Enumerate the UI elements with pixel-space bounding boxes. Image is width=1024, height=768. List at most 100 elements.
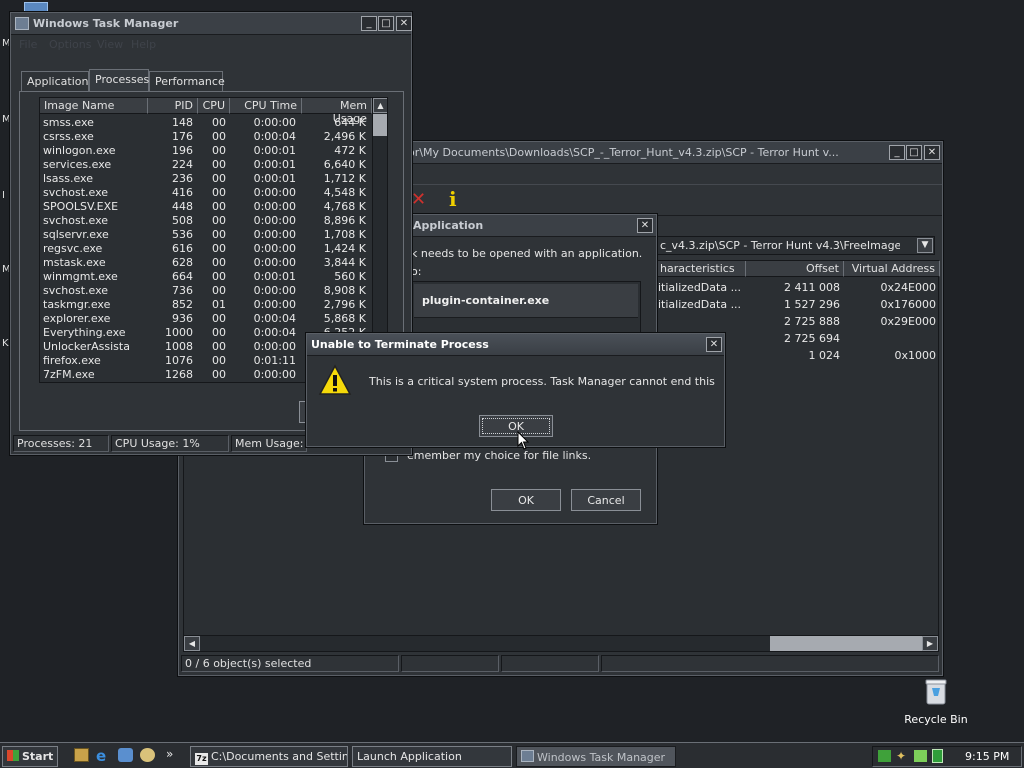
tray-wand-icon[interactable]: ✦ [896,749,906,763]
process-mem-usage: 4,768 K [323,200,366,213]
column-header-mem-usage[interactable]: Mem Usage [302,98,372,125]
ok-button[interactable]: OK [491,489,561,511]
scroll-thumb[interactable] [770,636,922,651]
process-mem-usage: 472 K [334,144,366,157]
column-header-cpu-time[interactable]: CPU Time [230,98,302,114]
process-row[interactable]: sqlservr.exe 536 00 0:00:00 1,708 K [40,228,371,242]
quick-launch-chevron[interactable]: » [166,747,173,761]
scroll-right-button[interactable]: ▶ [922,636,938,651]
process-row[interactable]: SPOOLSV.EXE 448 00 0:00:00 4,768 K [40,200,371,214]
cancel-button[interactable]: Cancel [571,489,641,511]
status-cpu-usage: CPU Usage: 1% [111,435,229,452]
clock[interactable]: 9:15 PM [965,750,1009,763]
delete-icon[interactable]: ✕ [411,189,426,210]
process-row[interactable]: services.exe 224 00 0:00:01 6,640 K [40,158,371,172]
desktop-icon-top[interactable] [24,2,48,12]
process-row[interactable]: svchost.exe 508 00 0:00:00 8,896 K [40,214,371,228]
column-header-cpu[interactable]: CPU [198,98,230,114]
process-row[interactable]: mstask.exe 628 00 0:00:00 3,844 K [40,256,371,270]
taskbar-item-task-manager[interactable]: Windows Task Manager [516,746,676,767]
close-button[interactable]: ✕ [396,16,412,31]
process-pid: 236 [172,172,193,185]
zip-path-field[interactable]: c_v4.3.zip\SCP - Terror Hunt v4.3\FreeIm… [655,236,935,255]
task-manager-titlebar[interactable]: Windows Task Manager _ □ ✕ [11,13,412,35]
tab-performance[interactable]: Performance [149,71,225,91]
process-row[interactable]: regsvc.exe 616 00 0:00:00 1,424 K [40,242,371,256]
path-dropdown-button[interactable]: ▼ [917,238,933,253]
menu-file[interactable]: File [19,38,37,51]
maximize-button[interactable]: □ [906,145,922,160]
taskbar-item-7zip[interactable]: 7z C:\Documents and Settin... [190,746,348,767]
zip-row-offset: 1 527 296 [784,298,840,311]
process-row[interactable]: lsass.exe 236 00 0:00:01 1,712 K [40,172,371,186]
process-row[interactable]: svchost.exe 416 00 0:00:00 4,548 K [40,186,371,200]
menu-options[interactable]: Options [49,38,91,51]
process-mem-usage: 5,868 K [323,312,366,325]
process-pid: 148 [172,116,193,129]
process-cpu-time: 0:00:04 [253,312,296,325]
minimize-button[interactable]: _ [889,145,905,160]
scroll-left-button[interactable]: ◀ [184,636,200,651]
process-cpu-time: 0:00:00 [253,340,296,353]
tray-network-icon[interactable] [878,750,891,762]
minimize-button[interactable]: _ [361,16,377,31]
zip-row-virtual-address: 0x176000 [880,298,937,311]
process-pid: 1000 [165,326,193,339]
column-header-pid[interactable]: PID [148,98,198,114]
launch-dialog-title: Application [413,219,484,232]
process-row[interactable]: winmgmt.exe 664 00 0:00:01 560 K [40,270,371,284]
maximize-button[interactable]: □ [378,16,394,31]
tray-app-icon[interactable] [914,750,927,762]
column-header-offset[interactable]: Offset [746,261,844,277]
taskbar-item-launch-application[interactable]: Launch Application [352,746,512,767]
process-row[interactable]: smss.exe 148 00 0:00:00 644 K [40,116,371,130]
tab-applications[interactable]: Applications [21,71,94,91]
show-desktop-icon[interactable] [74,748,89,762]
horizontal-scrollbar[interactable]: ◀ ▶ [184,635,938,651]
column-header-characteristics[interactable]: haracteristics [656,261,746,277]
recycle-bin[interactable]: Recycle Bin [900,676,972,726]
application-list-item[interactable]: plugin-container.exe [414,284,638,318]
column-header-image-name[interactable]: Image Name [40,98,148,114]
close-button[interactable]: ✕ [706,337,722,352]
desktop-icon-label-fragment[interactable]: I [2,190,5,201]
tab-processes[interactable]: Processes [89,69,149,92]
search-icon[interactable] [140,748,155,762]
error-ok-button[interactable]: OK [479,415,553,437]
zip-window-title: ator\My Documents\Downloads\SCP_-_Terror… [397,146,839,159]
process-pid: 852 [172,298,193,311]
process-cpu: 00 [212,242,226,255]
process-row[interactable]: winlogon.exe 196 00 0:00:01 472 K [40,144,371,158]
process-row[interactable]: explorer.exe 936 00 0:00:04 5,868 K [40,312,371,326]
process-mem-usage: 1,712 K [323,172,366,185]
error-dialog-titlebar[interactable]: Unable to Terminate Process ✕ [307,334,724,356]
process-cpu-time: 0:00:00 [253,298,296,311]
process-pid: 1008 [165,340,193,353]
close-button[interactable]: ✕ [637,218,653,233]
desktop-icon-label-fragment[interactable]: K [2,338,9,349]
tray-status-icon[interactable] [932,749,943,763]
start-button[interactable]: Start [2,746,58,767]
process-cpu: 00 [212,144,226,157]
process-pid: 616 [172,242,193,255]
process-cpu-time: 0:01:11 [253,354,296,367]
internet-explorer-icon[interactable]: e [96,747,106,765]
process-cpu-time: 0:00:04 [253,326,296,339]
process-row[interactable]: taskmgr.exe 852 01 0:00:00 2,796 K [40,298,371,312]
info-icon[interactable]: i [449,187,457,211]
system-tray: ✦ 9:15 PM [872,746,1022,767]
menu-help[interactable]: Help [131,38,156,51]
scroll-thumb[interactable] [373,114,387,136]
outlook-express-icon[interactable] [118,748,133,762]
column-header-virtual-address[interactable]: Virtual Address [844,261,940,277]
close-button[interactable]: ✕ [924,145,940,160]
task-manager-icon [521,750,534,762]
process-row[interactable]: svchost.exe 736 00 0:00:00 8,908 K [40,284,371,298]
scroll-up-button[interactable]: ▲ [373,98,387,113]
process-mem-usage: 8,896 K [323,214,366,227]
process-row[interactable]: csrss.exe 176 00 0:00:04 2,496 K [40,130,371,144]
process-mem-usage: 1,424 K [323,242,366,255]
process-name: 7zFM.exe [43,368,95,381]
menu-view[interactable]: View [97,38,123,51]
process-mem-usage: 4,548 K [323,186,366,199]
